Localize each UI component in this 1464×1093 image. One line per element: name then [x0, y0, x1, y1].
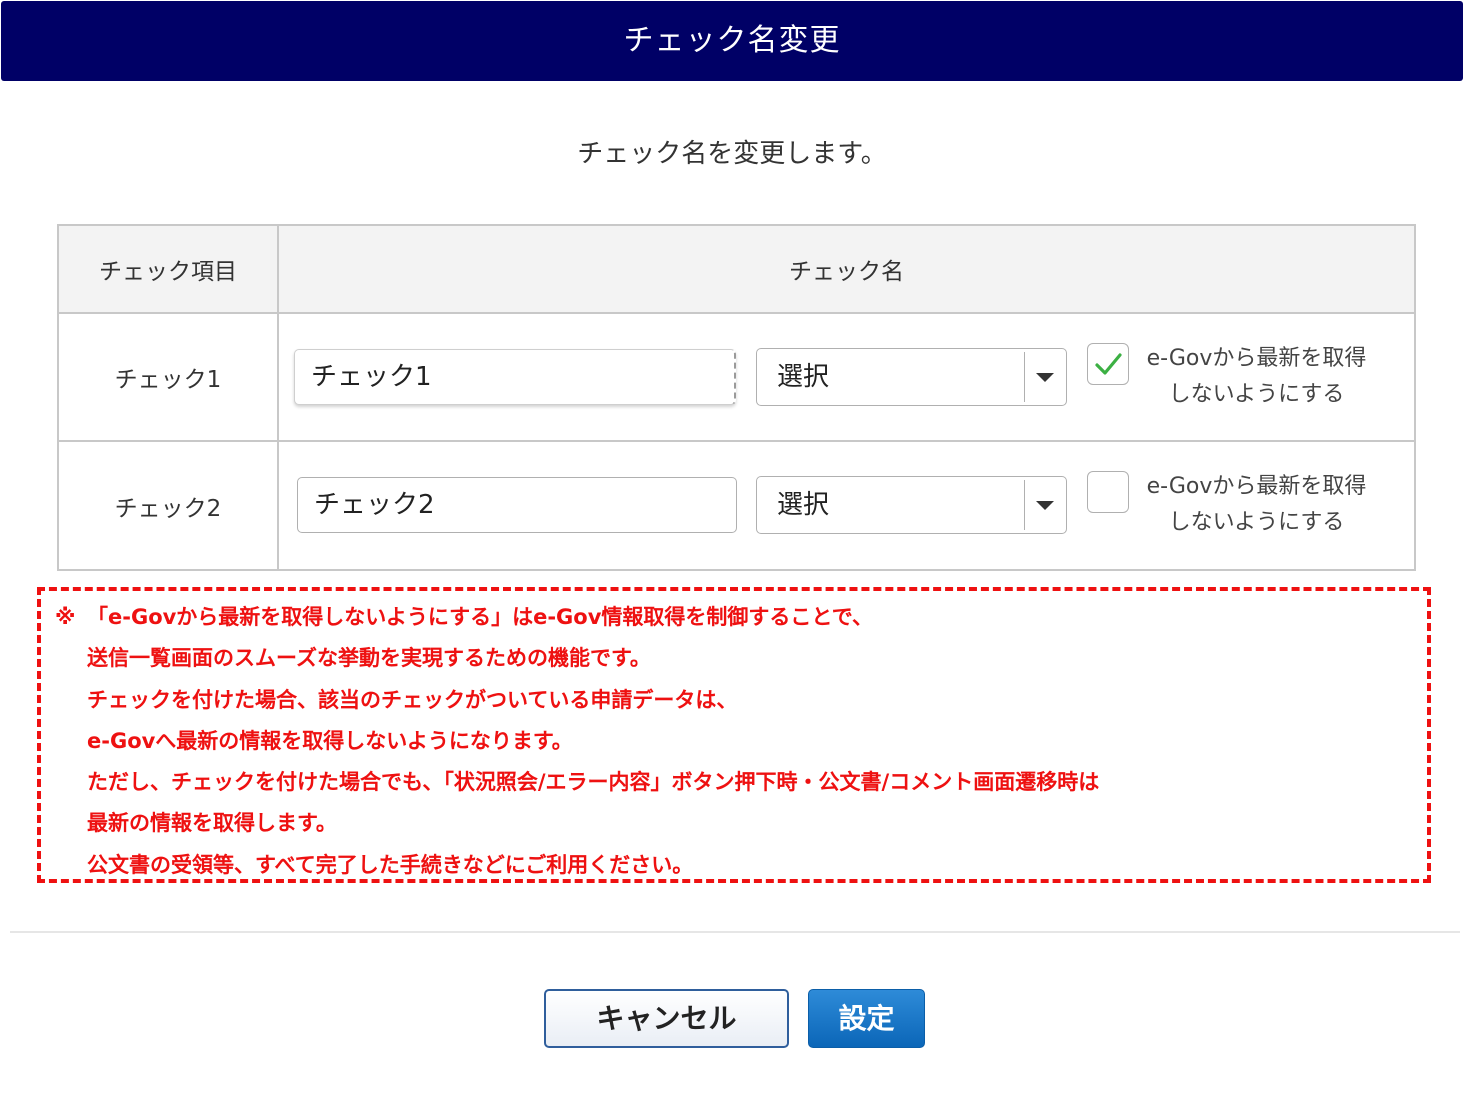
checkbox-label-line: e-Govから最新を取得: [1146, 474, 1367, 499]
notice-box: ※ 「e-Govから最新を取得しないようにする」はe-Gov情報取得を制御すること…: [37, 587, 1431, 883]
checkbox-label-line: しないようにする: [1168, 382, 1345, 407]
set-button[interactable]: 設定: [808, 989, 925, 1048]
category-select-1[interactable]: 選択: [756, 348, 1067, 406]
notice-line: 公文書の受領等、すべて完了した手続きなどにご利用ください。: [87, 852, 694, 877]
select-value: 選択: [777, 490, 830, 520]
table-row: チェック2 チェック2 選択 e-Govから最新を取得 しないようにする: [57, 440, 1416, 571]
notice-line: ただし、チェックを付けた場合でも、「状況照会/エラー内容」ボタン押下時・公文書/…: [87, 770, 1100, 795]
notice-mark: ※: [55, 605, 76, 629]
notice-line: e-Govへ最新の情報を取得しないようになります。: [87, 728, 573, 753]
check-item-label: チェック2: [57, 440, 279, 571]
check-item-label: チェック1: [57, 312, 279, 442]
notice-line: 最新の情報を取得します。: [87, 811, 337, 836]
table-row: チェック1 チェック1 選択 e-Govから最新を取得 しないようにする: [57, 312, 1416, 442]
cancel-button[interactable]: キャンセル: [544, 989, 789, 1048]
no-update-checkbox-label-1[interactable]: e-Govから最新を取得 しないようにする: [1139, 341, 1374, 413]
check-name-cell: チェック2 選択 e-Govから最新を取得 しないようにする: [277, 440, 1416, 571]
select-divider: [1024, 480, 1025, 530]
check-name-input-1[interactable]: チェック1: [294, 349, 736, 405]
select-value: 選択: [777, 362, 830, 392]
header-check-item: チェック項目: [57, 224, 279, 314]
notice-text: 「e-Govから最新を取得しないようにする」はe-Gov情報取得を制御することで…: [87, 605, 873, 629]
no-update-checkbox-1[interactable]: [1087, 343, 1129, 385]
check-name-input-2[interactable]: チェック2: [297, 477, 737, 533]
category-select-2[interactable]: 選択: [756, 476, 1067, 534]
chevron-down-icon[interactable]: [1036, 373, 1054, 382]
select-divider: [1024, 352, 1025, 402]
header-check-name: チェック名: [277, 224, 1416, 314]
checkbox-label-line: e-Govから最新を取得: [1146, 346, 1367, 371]
notice-line: 送信一覧画面のスムーズな挙動を実現するための機能です。: [87, 646, 651, 671]
no-update-checkbox-2[interactable]: [1087, 471, 1129, 513]
no-update-checkbox-label-2[interactable]: e-Govから最新を取得 しないようにする: [1139, 469, 1374, 541]
check-name-cell: チェック1 選択 e-Govから最新を取得 しないようにする: [277, 312, 1416, 442]
dialog-description: チェック名を変更します。: [577, 139, 887, 169]
notice-line: ※ 「e-Govから最新を取得しないようにする」はe-Gov情報取得を制御すること…: [55, 597, 1427, 638]
check-name-table: チェック項目 チェック名 チェック1 チェック1 選択 e-Govから最新を取得: [57, 224, 1416, 571]
footer-divider: [10, 931, 1460, 933]
chevron-down-icon[interactable]: [1036, 501, 1054, 510]
checkbox-label-line: しないようにする: [1168, 510, 1345, 535]
dialog-title: チェック名変更: [1, 1, 1463, 81]
checkmark-icon: [1095, 353, 1122, 375]
notice-line: チェックを付けた場合、該当のチェックがついている申請データは、: [87, 687, 738, 712]
